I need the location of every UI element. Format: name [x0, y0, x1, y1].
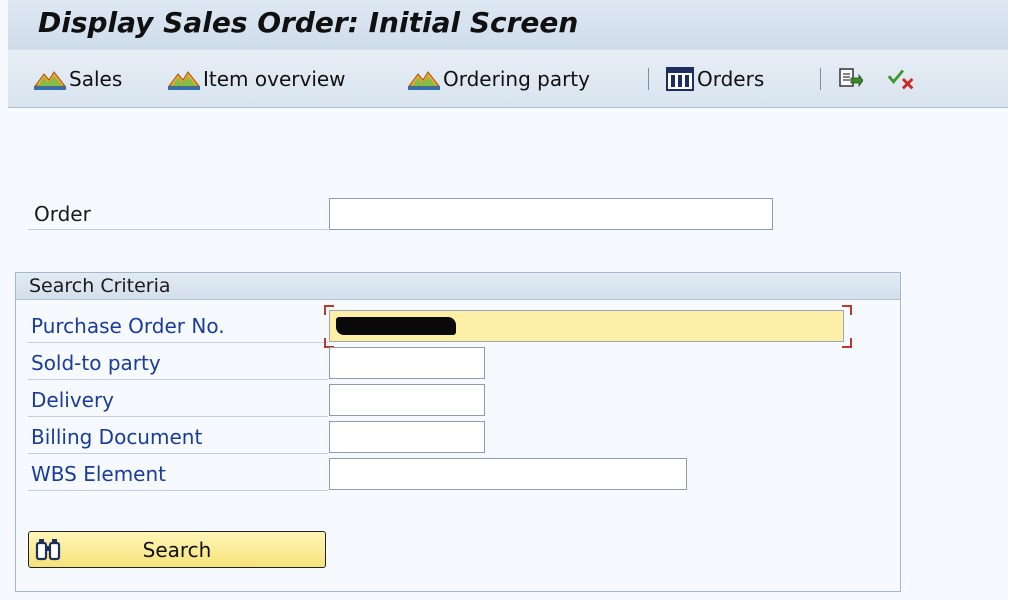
application-toolbar: Sales Item overview Ordering party Order… — [8, 50, 1008, 108]
toolbar-separator — [648, 68, 649, 90]
label-underline — [28, 453, 328, 454]
focus-corner — [842, 338, 852, 348]
check-cancel-icon — [887, 69, 914, 90]
label-underline — [28, 416, 328, 417]
orders-label: Orders — [697, 67, 765, 91]
order-label: Order — [34, 202, 91, 226]
sold-to-party-input[interactable] — [329, 347, 485, 379]
label-underline — [28, 229, 328, 230]
ordering-party-label: Ordering party — [443, 67, 590, 91]
focus-corner — [842, 305, 852, 315]
purchase-order-label: Purchase Order No. — [31, 314, 225, 338]
billing-document-label: Billing Document — [31, 425, 203, 449]
check-cancel-button[interactable] — [886, 64, 918, 94]
export-document-button[interactable] — [834, 64, 866, 94]
order-input[interactable] — [329, 198, 773, 230]
wbs-element-label: WBS Element — [31, 462, 166, 486]
delivery-label: Delivery — [31, 388, 115, 412]
item-overview-button[interactable]: Item overview — [168, 64, 346, 94]
billing-document-input[interactable] — [329, 421, 485, 453]
search-button-label: Search — [142, 538, 212, 562]
ordering-party-button[interactable]: Ordering party — [408, 64, 590, 94]
mountain-chart-icon — [408, 71, 440, 90]
search-criteria-title: Search Criteria — [16, 273, 900, 300]
sold-to-party-label: Sold-to party — [31, 351, 161, 375]
window-edge — [1008, 0, 1024, 600]
sales-label: Sales — [69, 67, 123, 91]
item-overview-label: Item overview — [203, 67, 346, 91]
label-underline — [28, 490, 328, 491]
toolbar-separator — [820, 68, 821, 90]
window-title: Display Sales Order: Initial Screen — [38, 6, 579, 39]
wbs-element-input[interactable] — [329, 458, 687, 490]
focus-corner — [324, 305, 334, 315]
search-button[interactable]: Search — [28, 531, 326, 568]
title-bar: Display Sales Order: Initial Screen — [8, 0, 1008, 50]
sales-button[interactable]: Sales — [34, 64, 122, 94]
export-document-icon — [839, 68, 863, 88]
redacted-value — [336, 317, 456, 335]
columns-list-icon — [666, 67, 694, 91]
label-underline — [28, 342, 328, 343]
label-underline — [28, 379, 328, 380]
orders-button[interactable]: Orders — [666, 64, 764, 94]
mountain-chart-icon — [168, 71, 200, 90]
delivery-input[interactable] — [329, 384, 485, 416]
purchase-order-input[interactable] — [329, 310, 844, 342]
mountain-chart-icon — [34, 71, 66, 90]
